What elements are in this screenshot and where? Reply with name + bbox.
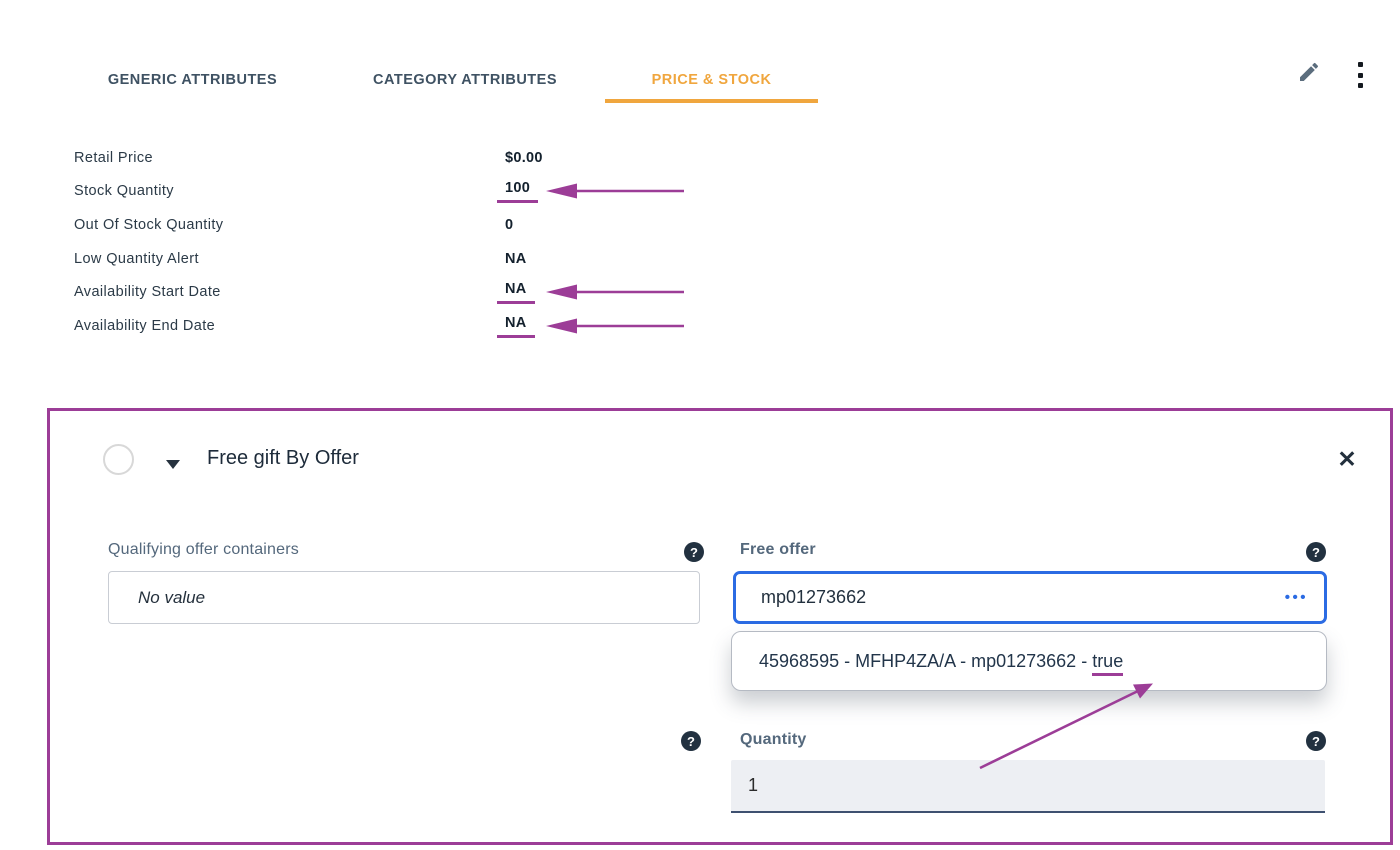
attribute-value: $0.00 xyxy=(505,149,543,166)
free-offer-suggestion-option[interactable]: 45968595 - MFHP4ZA/A - mp01273662 - true xyxy=(731,631,1327,691)
panel-radio-button[interactable] xyxy=(103,444,134,475)
attribute-row-out-of-stock-quantity: Out Of Stock Quantity 0 xyxy=(74,208,734,242)
help-icon-free-offer[interactable]: ? xyxy=(1306,542,1326,562)
attribute-value-highlighted: NA xyxy=(497,280,535,305)
product-price-stock-page: { "tabs": { "items": [ { "label": "GENER… xyxy=(0,0,1400,850)
attribute-value: 0 xyxy=(505,216,514,233)
close-icon[interactable]: ✕ xyxy=(1332,444,1362,474)
quantity-input[interactable]: 1 xyxy=(731,760,1325,813)
attribute-row-availability-end-date: Availability End Date NA xyxy=(74,309,734,343)
free-offer-input[interactable]: mp01273662 ••• xyxy=(733,571,1327,624)
kebab-dot xyxy=(1357,62,1363,67)
tab-generic-attributes[interactable]: GENERIC ATTRIBUTES xyxy=(85,62,300,103)
attribute-label: Stock Quantity xyxy=(74,183,174,200)
qualifying-offer-containers-input[interactable]: No value xyxy=(108,571,700,624)
attribute-value-highlighted: NA xyxy=(497,314,535,338)
kebab-dot xyxy=(1357,83,1363,88)
qualifying-offer-containers-label: Qualifying offer containers xyxy=(108,541,299,558)
tab-category-attributes[interactable]: CATEGORY ATTRIBUTES xyxy=(345,62,585,103)
attribute-label: Availability Start Date xyxy=(74,284,221,301)
price-stock-attribute-list: Retail Price $0.00 Stock Quantity 100 Ou… xyxy=(74,141,734,343)
attribute-label: Out Of Stock Quantity xyxy=(74,216,224,233)
attribute-value: NA xyxy=(505,250,527,267)
attribute-row-availability-start-date: Availability Start Date NA xyxy=(74,275,734,309)
pencil-icon xyxy=(1297,62,1321,88)
help-icon-left-quantity[interactable]: ? xyxy=(681,731,701,751)
help-icon-quantity[interactable]: ? xyxy=(1306,731,1326,751)
suggestion-prefix: 45968595 - MFHP4ZA/A - mp01273662 - xyxy=(759,650,1093,671)
caret-down-icon[interactable] xyxy=(166,460,180,469)
help-icon-qualifying[interactable]: ? xyxy=(684,542,704,562)
attribute-value-highlighted: 100 xyxy=(497,179,539,204)
suggestion-highlight-true: true xyxy=(1092,650,1124,676)
free-offer-label: Free offer xyxy=(740,541,816,558)
attribute-label: Low Quantity Alert xyxy=(74,250,199,267)
quantity-label: Quantity xyxy=(740,731,807,748)
attribute-label: Retail Price xyxy=(74,149,153,166)
panel-title: Free gift By Offer xyxy=(207,447,359,469)
free-gift-by-offer-panel: Free gift By Offer ✕ Qualifying offer co… xyxy=(47,408,1393,845)
kebab-dot xyxy=(1357,72,1363,78)
kebab-menu-button[interactable] xyxy=(1357,62,1363,88)
ellipsis-browse-icon[interactable]: ••• xyxy=(1285,589,1308,606)
tab-price-stock[interactable]: PRICE & STOCK xyxy=(605,62,818,103)
free-offer-input-value: mp01273662 xyxy=(761,587,867,607)
tab-bar: GENERIC ATTRIBUTES CATEGORY ATTRIBUTES P… xyxy=(0,62,1400,104)
attribute-label: Availability End Date xyxy=(74,317,216,334)
attribute-row-stock-quantity: Stock Quantity 100 xyxy=(74,175,734,209)
suggestion-text: 45968595 - MFHP4ZA/A - mp01273662 - true xyxy=(759,650,1124,676)
attribute-row-low-quantity-alert: Low Quantity Alert NA xyxy=(74,242,734,276)
edit-button[interactable] xyxy=(1297,60,1323,86)
attribute-row-retail-price: Retail Price $0.00 xyxy=(74,141,734,175)
